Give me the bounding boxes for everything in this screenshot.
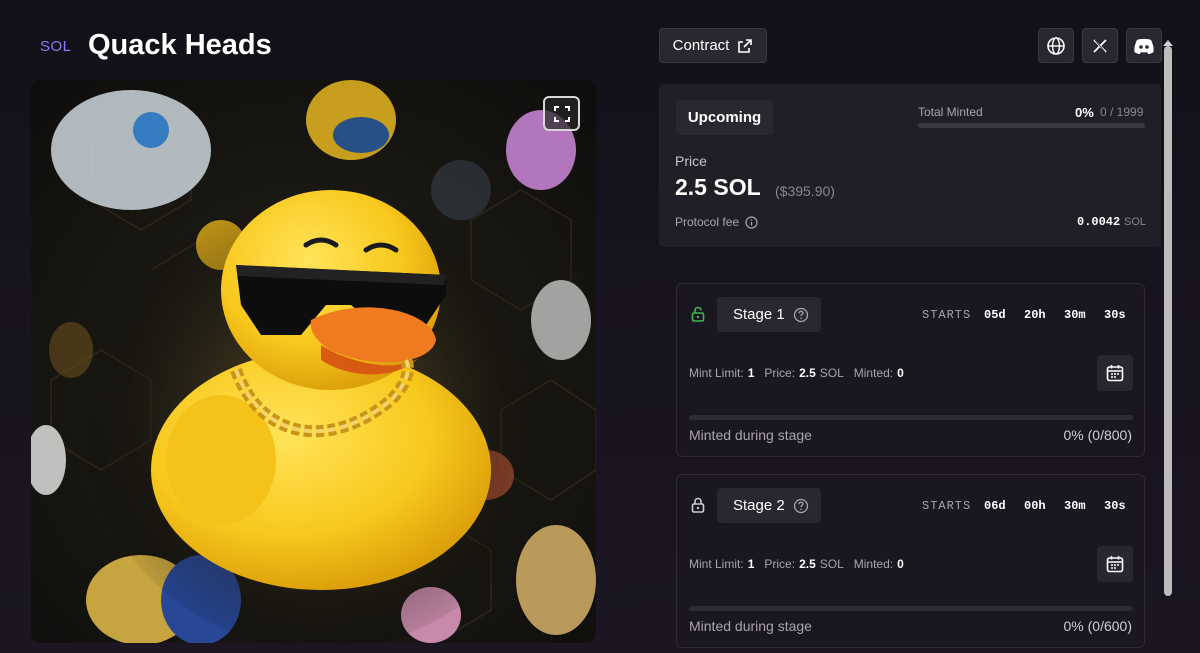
calendar-icon (1106, 556, 1124, 573)
countdown-minutes: 30m (1064, 499, 1086, 513)
stage-card: Stage 2 STARTS 06d 00h 30m 30s Mint Limi… (676, 474, 1145, 648)
stage-name-pill[interactable]: Stage 1 (717, 297, 821, 332)
mint-limit-label: Mint Limit: (689, 366, 744, 380)
stage-name: Stage 1 (733, 306, 785, 323)
globe-icon (1047, 36, 1065, 55)
website-button[interactable] (1038, 28, 1074, 63)
stage-minted-count: 0 (897, 557, 904, 571)
stage-price-value: 2.5 (799, 366, 816, 380)
total-minted-count: 0 / 1999 (1100, 105, 1144, 119)
duck-illustration (31, 80, 596, 643)
add-to-calendar-button[interactable] (1097, 355, 1133, 391)
countdown-days: 05d (984, 308, 1006, 322)
total-minted-label: Total Minted (918, 105, 983, 119)
minted-during-stage-value: 0% (0/600) (1063, 618, 1132, 634)
stage-price-label: Price: (764, 557, 796, 571)
starts-label: STARTS (922, 308, 972, 322)
stage-price-value: 2.5 (799, 557, 816, 571)
price-value: 2.5 SOL (675, 174, 761, 200)
page-title: Quack Heads (88, 29, 272, 61)
stage-progress (689, 415, 1133, 420)
help-icon[interactable] (793, 498, 809, 514)
discord-button[interactable] (1126, 28, 1162, 63)
countdown-hours: 20h (1024, 308, 1046, 322)
minted-during-stage-value: 0% (0/800) (1063, 427, 1132, 443)
unlock-icon (691, 306, 705, 322)
scrollbar-thumb[interactable] (1164, 46, 1172, 596)
stage-price-unit: SOL (819, 557, 844, 571)
x-icon (1093, 38, 1107, 53)
external-link-icon (738, 38, 753, 53)
stage-minted-count-label: Minted: (853, 557, 894, 571)
contract-button[interactable]: Contract (659, 28, 767, 63)
total-minted-progress (918, 123, 1145, 128)
contract-label: Contract (672, 37, 730, 54)
calendar-icon (1106, 365, 1124, 382)
countdown-seconds: 30s (1104, 308, 1126, 322)
stage-minted-count: 0 (897, 366, 904, 380)
stage-card: Stage 1 STARTS 05d 20h 30m 30s Mint Limi… (676, 283, 1145, 457)
countdown-hours: 00h (1024, 499, 1046, 513)
countdown-minutes: 30m (1064, 308, 1086, 322)
expand-icon (553, 105, 570, 122)
stage-progress (689, 606, 1133, 611)
add-to-calendar-button[interactable] (1097, 546, 1133, 582)
stage-details: Mint Limit: 1 Price: 2.5 SOL Minted: 0 (689, 557, 904, 571)
protocol-fee-value: 0.0042 (1077, 215, 1121, 229)
protocol-fee-label: Protocol fee (675, 215, 740, 229)
stage-price-label: Price: (764, 366, 796, 380)
x-twitter-button[interactable] (1082, 28, 1118, 63)
stage-price-unit: SOL (819, 366, 844, 380)
starts-label: STARTS (922, 499, 972, 513)
total-minted-percent: 0% (1075, 105, 1094, 120)
expand-button[interactable] (543, 96, 580, 131)
stage-minted-count-label: Minted: (853, 366, 894, 380)
countdown-days: 06d (984, 499, 1006, 513)
mint-limit-value: 1 (747, 557, 755, 571)
mint-limit-value: 1 (747, 366, 755, 380)
stage-name-pill[interactable]: Stage 2 (717, 488, 821, 523)
chain-badge: SOL (40, 38, 72, 55)
stage-name: Stage 2 (733, 497, 785, 514)
protocol-fee-label-group: Protocol fee (675, 215, 758, 229)
stage-details: Mint Limit: 1 Price: 2.5 SOL Minted: 0 (689, 366, 904, 380)
countdown-seconds: 30s (1104, 499, 1126, 513)
discord-icon (1134, 38, 1154, 54)
minted-during-stage-label: Minted during stage (689, 427, 812, 443)
lock-icon (691, 497, 705, 513)
info-icon[interactable] (745, 215, 758, 229)
nft-artwork (31, 80, 596, 643)
mint-limit-label: Mint Limit: (689, 557, 744, 571)
minted-during-stage-label: Minted during stage (689, 618, 812, 634)
protocol-fee-unit: SOL (1124, 216, 1147, 228)
help-icon[interactable] (793, 307, 809, 323)
price-label: Price (675, 153, 707, 169)
price-usd: ($395.90) (775, 183, 835, 199)
status-badge: Upcoming (676, 100, 773, 135)
